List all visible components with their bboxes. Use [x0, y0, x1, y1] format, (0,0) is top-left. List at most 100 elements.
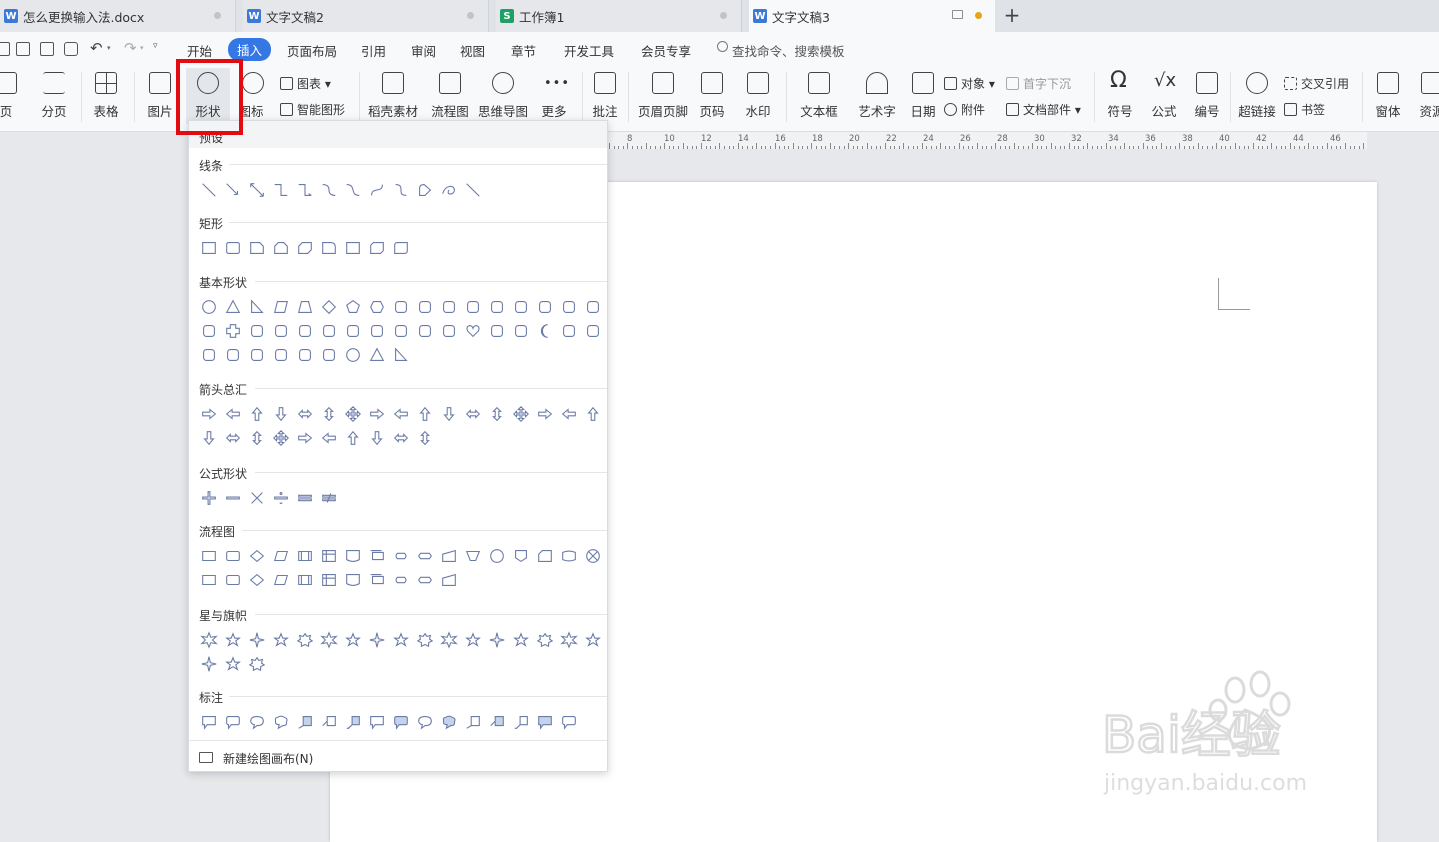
menu-view[interactable]: 视图 — [460, 41, 485, 60]
shape-option[interactable] — [293, 486, 317, 510]
undo-icon[interactable]: ↶ — [90, 39, 103, 57]
shape-option[interactable] — [269, 178, 293, 202]
shape-option[interactable] — [317, 426, 341, 450]
window-button[interactable]: 窗体 — [1368, 66, 1408, 128]
shape-option[interactable] — [317, 319, 341, 343]
shape-option[interactable] — [341, 319, 365, 343]
chart-button[interactable]: 图表 ▾ — [280, 75, 331, 92]
shape-option[interactable] — [221, 236, 245, 260]
shape-option[interactable] — [365, 236, 389, 260]
tab-doc-1[interactable]: W 怎么更换输入法.docx — [0, 0, 236, 32]
shape-option[interactable] — [389, 544, 413, 568]
shape-option[interactable] — [341, 236, 365, 260]
shape-option[interactable] — [533, 628, 557, 652]
shape-option[interactable] — [197, 295, 221, 319]
shape-option[interactable] — [269, 319, 293, 343]
shape-option[interactable] — [221, 343, 245, 367]
shape-option[interactable] — [245, 402, 269, 426]
shape-option[interactable] — [389, 295, 413, 319]
menu-chapter[interactable]: 章节 — [511, 41, 536, 60]
close-icon[interactable] — [467, 12, 474, 19]
shape-option[interactable] — [581, 402, 605, 426]
shape-option[interactable] — [557, 710, 581, 734]
close-icon[interactable] — [214, 12, 221, 19]
tab-sheet-1[interactable]: S 工作簿1 — [496, 0, 742, 32]
shape-option[interactable] — [413, 178, 437, 202]
shape-option[interactable] — [437, 710, 461, 734]
shape-option[interactable] — [197, 568, 221, 592]
header-footer-button[interactable]: 页眉页脚 — [636, 66, 690, 128]
shape-option[interactable] — [413, 710, 437, 734]
shape-option[interactable] — [317, 343, 341, 367]
smart-graphic-button[interactable]: 智能图形 — [280, 101, 345, 118]
shape-option[interactable] — [317, 486, 341, 510]
shape-option[interactable] — [389, 426, 413, 450]
shape-option[interactable] — [413, 628, 437, 652]
shape-option[interactable] — [197, 236, 221, 260]
home-icon[interactable] — [0, 42, 10, 56]
shape-option[interactable] — [509, 319, 533, 343]
shape-option[interactable] — [245, 652, 269, 676]
shape-option[interactable] — [581, 319, 605, 343]
shape-option[interactable] — [317, 544, 341, 568]
shape-option[interactable] — [293, 710, 317, 734]
shape-option[interactable] — [317, 178, 341, 202]
shape-option[interactable] — [245, 295, 269, 319]
doc-parts-button[interactable]: 文档部件 ▾ — [1006, 101, 1081, 118]
shape-option[interactable] — [269, 236, 293, 260]
shape-option[interactable] — [317, 402, 341, 426]
shape-option[interactable] — [509, 544, 533, 568]
menu-page-layout[interactable]: 页面布局 — [287, 41, 337, 60]
shape-option[interactable] — [245, 486, 269, 510]
shape-option[interactable] — [389, 319, 413, 343]
picture-button[interactable]: 图片 — [142, 66, 178, 128]
shape-option[interactable] — [533, 402, 557, 426]
shape-option[interactable] — [245, 568, 269, 592]
shape-option[interactable] — [557, 628, 581, 652]
shape-option[interactable] — [197, 319, 221, 343]
shape-option[interactable] — [245, 319, 269, 343]
shape-option[interactable] — [221, 402, 245, 426]
shape-option[interactable] — [197, 486, 221, 510]
docer-material-button[interactable]: 稻壳素材 — [366, 66, 420, 128]
shape-option[interactable] — [293, 236, 317, 260]
textbox-button[interactable]: 文本框 — [794, 66, 844, 128]
shape-option[interactable] — [509, 628, 533, 652]
more-button[interactable]: ••• 更多 — [534, 66, 574, 128]
symbol-button[interactable]: Ω 符号 — [1100, 66, 1140, 128]
export-pdf-icon[interactable] — [16, 42, 30, 56]
shape-option[interactable] — [365, 343, 389, 367]
shape-option[interactable] — [245, 178, 269, 202]
date-button[interactable]: 日期 — [906, 66, 940, 128]
shape-option[interactable] — [461, 710, 485, 734]
page-number-button[interactable]: 页码 — [694, 66, 730, 128]
shape-option[interactable] — [269, 295, 293, 319]
shape-option[interactable] — [245, 236, 269, 260]
shape-option[interactable] — [221, 426, 245, 450]
shape-option[interactable] — [221, 295, 245, 319]
shape-option[interactable] — [557, 544, 581, 568]
shape-option[interactable] — [317, 628, 341, 652]
shape-option[interactable] — [293, 426, 317, 450]
formula-button[interactable]: √x 公式 — [1144, 66, 1184, 128]
shape-option[interactable] — [221, 652, 245, 676]
shape-option[interactable] — [341, 402, 365, 426]
shape-option[interactable] — [269, 710, 293, 734]
shape-option[interactable] — [197, 544, 221, 568]
shape-option[interactable] — [509, 710, 533, 734]
shape-option[interactable] — [293, 295, 317, 319]
shape-option[interactable] — [533, 319, 557, 343]
watermark-button[interactable]: 水印 — [738, 66, 778, 128]
shape-option[interactable] — [557, 319, 581, 343]
close-icon[interactable] — [720, 12, 727, 19]
monitor-icon[interactable] — [952, 10, 963, 19]
shape-option[interactable] — [293, 402, 317, 426]
tab-doc-2[interactable]: W 文字文稿2 — [243, 0, 489, 32]
shape-option[interactable] — [437, 544, 461, 568]
shape-option[interactable] — [221, 544, 245, 568]
tab-doc-3[interactable]: W 文字文稿3 — [749, 0, 995, 32]
shape-option[interactable] — [365, 178, 389, 202]
shape-option[interactable] — [221, 568, 245, 592]
shape-option[interactable] — [557, 402, 581, 426]
horizontal-ruler[interactable]: 8 10 12 14 16 18 20 22 24 26 28 30 32 34 36 38 40 42 44 46 — [607, 132, 1367, 149]
